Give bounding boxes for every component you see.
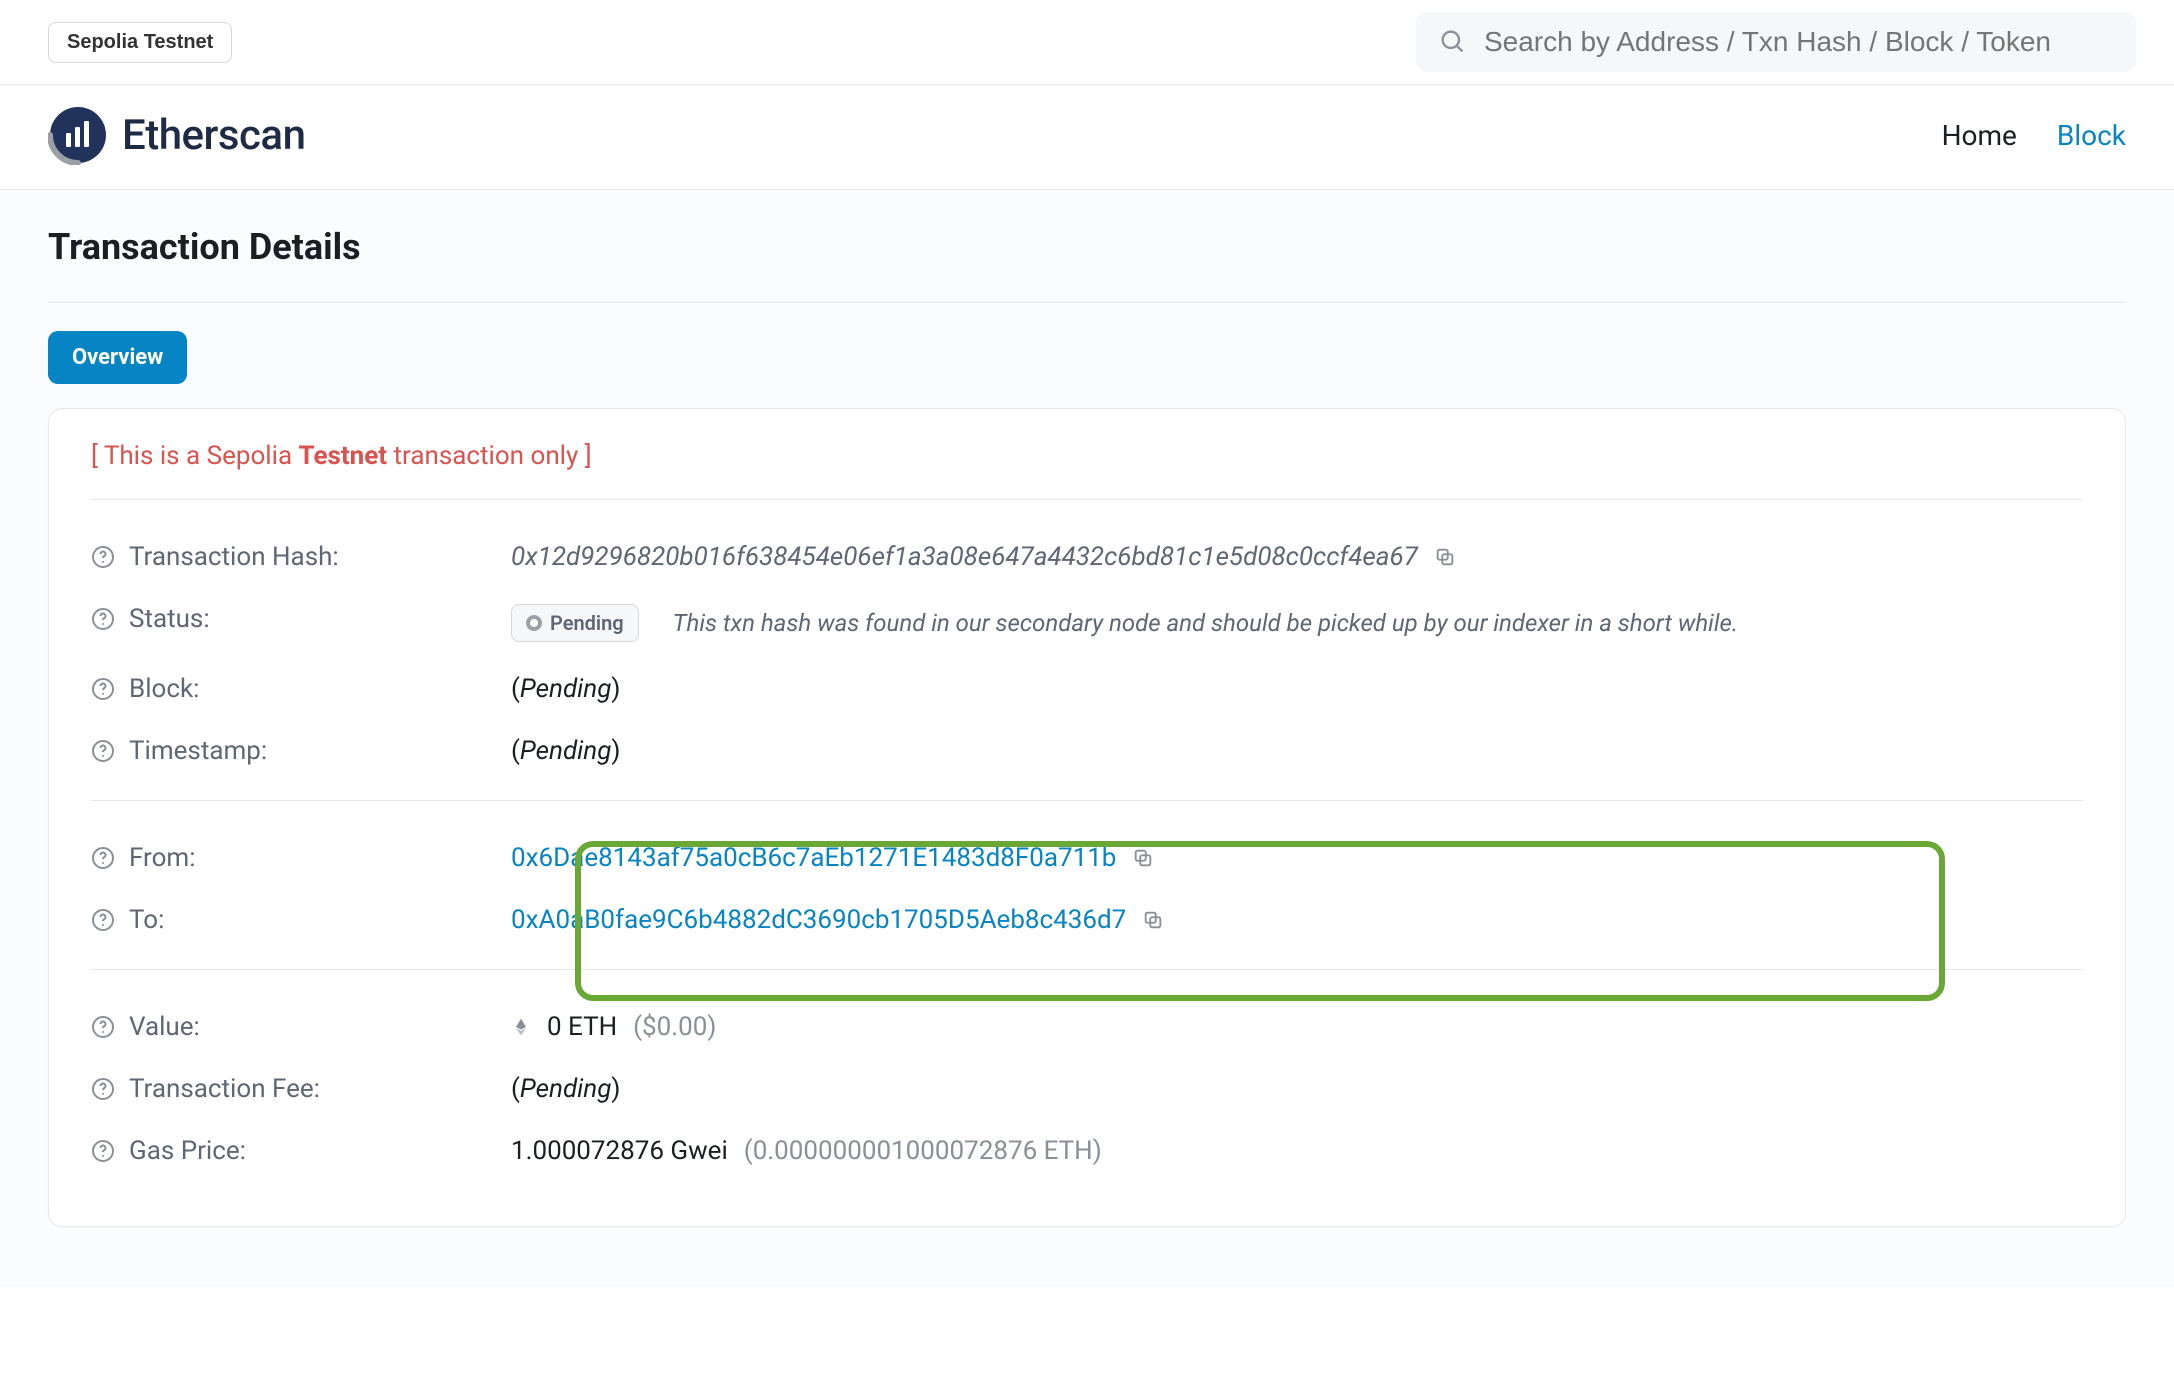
network-label: Sepolia Testnet <box>67 31 213 53</box>
search-container[interactable] <box>1416 12 2136 72</box>
tab-overview[interactable]: Overview <box>48 331 187 384</box>
row-fee: Transaction Fee: (Pending) <box>91 1058 2083 1120</box>
label-gas-price: Gas Price: <box>129 1136 246 1166</box>
help-icon[interactable] <box>91 545 115 569</box>
page-title: Transaction Details <box>48 226 2126 268</box>
label-block: Block: <box>129 674 199 704</box>
status-badge: Pending <box>511 604 639 642</box>
block-pending: Pending <box>520 674 611 704</box>
help-icon[interactable] <box>91 1077 115 1101</box>
topbar: Sepolia Testnet <box>0 0 2174 85</box>
row-txn-hash: Transaction Hash: 0x12d9296820b016f63845… <box>91 526 2083 588</box>
search-icon <box>1438 27 1466 57</box>
label-to: To: <box>129 905 164 935</box>
label-status: Status: <box>129 604 210 634</box>
timestamp-pending: Pending <box>520 736 611 766</box>
pending-dot-icon <box>526 615 542 631</box>
from-address-link[interactable]: 0x6Dae8143af75a0cB6c7aEb1271E1483d8F0a71… <box>511 843 1116 873</box>
row-from: From: 0x6Dae8143af75a0cB6c7aEb1271E1483d… <box>91 827 2083 889</box>
help-icon[interactable] <box>91 607 115 631</box>
banner-bold: Testnet <box>299 441 388 471</box>
label-timestamp: Timestamp: <box>129 736 267 766</box>
block-close: ) <box>611 674 620 704</box>
card-divider <box>91 969 2083 970</box>
card-divider <box>91 499 2083 500</box>
banner-prefix: [ This is a Sepolia <box>91 441 299 471</box>
to-address-link[interactable]: 0xA0aB0fae9C6b4882dC3690cb1705D5Aeb8c436… <box>511 905 1126 935</box>
block-open: ( <box>511 674 520 704</box>
network-selector[interactable]: Sepolia Testnet <box>48 22 232 63</box>
copy-icon[interactable] <box>1132 847 1154 869</box>
nav-blockchain[interactable]: Block <box>2057 119 2126 152</box>
row-status: Status: Pending This txn hash was found … <box>91 588 2083 658</box>
row-gas-price: Gas Price: 1.000072876 Gwei (0.000000001… <box>91 1120 2083 1182</box>
timestamp-open: ( <box>511 736 520 766</box>
brand-name: Etherscan <box>122 111 305 160</box>
status-note: This txn hash was found in our secondary… <box>673 609 1738 637</box>
card-divider <box>91 800 2083 801</box>
label-from: From: <box>129 843 196 873</box>
help-icon[interactable] <box>91 908 115 932</box>
navbar: Etherscan Home Block <box>0 85 2174 190</box>
help-icon[interactable] <box>91 846 115 870</box>
value-eth: 0 ETH <box>547 1012 617 1042</box>
row-block: Block: (Pending) <box>91 658 2083 720</box>
label-txn-hash: Transaction Hash: <box>129 542 339 572</box>
brand[interactable]: Etherscan <box>48 105 305 165</box>
help-icon[interactable] <box>91 1139 115 1163</box>
nav-links: Home Block <box>1942 119 2126 152</box>
banner-suffix: transaction only ] <box>387 441 592 471</box>
help-icon[interactable] <box>91 677 115 701</box>
nav-home[interactable]: Home <box>1942 119 2017 152</box>
copy-icon[interactable] <box>1142 909 1164 931</box>
gas-price-main: 1.000072876 Gwei <box>511 1136 728 1166</box>
value-txn-hash: 0x12d9296820b016f638454e06ef1a3a08e647a4… <box>511 542 1418 572</box>
timestamp-close: ) <box>611 736 620 766</box>
search-input[interactable] <box>1484 26 2114 58</box>
copy-icon[interactable] <box>1434 546 1456 568</box>
page-body: Transaction Details Overview [ This is a… <box>0 190 2174 1287</box>
help-icon[interactable] <box>91 1015 115 1039</box>
fee-open: ( <box>511 1074 520 1104</box>
row-timestamp: Timestamp: (Pending) <box>91 720 2083 782</box>
help-icon[interactable] <box>91 739 115 763</box>
gas-price-sub: (0.000000001000072876 ETH) <box>744 1136 1102 1166</box>
testnet-banner: [ This is a Sepolia Testnet transaction … <box>91 441 2083 471</box>
row-value: Value: 0 ETH ($0.00) <box>91 996 2083 1058</box>
ethereum-icon <box>511 1017 531 1037</box>
status-text: Pending <box>550 611 624 635</box>
details-card: [ This is a Sepolia Testnet transaction … <box>48 408 2126 1227</box>
row-to: To: 0xA0aB0fae9C6b4882dC3690cb1705D5Aeb8… <box>91 889 2083 951</box>
value-usd: ($0.00) <box>633 1012 716 1042</box>
label-fee: Transaction Fee: <box>129 1074 320 1104</box>
label-value: Value: <box>129 1012 200 1042</box>
etherscan-logo-icon <box>48 105 108 165</box>
fee-close: ) <box>611 1074 620 1104</box>
fee-pending: Pending <box>520 1074 611 1104</box>
divider <box>48 302 2126 303</box>
